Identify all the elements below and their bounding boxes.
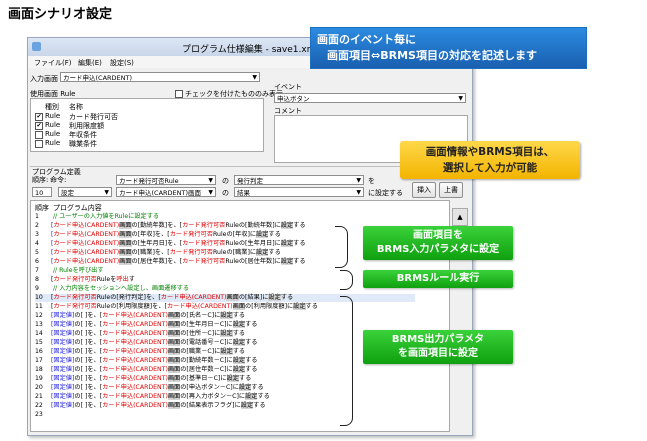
chevron-down-icon: ▼ [208, 189, 213, 196]
code-line[interactable]: 12 [固定値]の[ ]を、[カード申込(CARDENT)画面の[氏名－C]に設定… [35, 312, 245, 320]
menu-edit[interactable]: 編集(E) [78, 58, 102, 68]
label-input-line2: BRMS入力パラメタに設定 [376, 244, 500, 255]
rule-checkbox[interactable] [35, 140, 43, 148]
rule-header-name: 名称 [69, 103, 83, 111]
callout-selectable-input: 画面情報やBRMS項目は、 選択して入力が可能 [400, 141, 580, 179]
screen-select[interactable]: カード申込(CARDENT) ▼ [60, 72, 260, 82]
code-line[interactable]: 23 [35, 411, 51, 419]
rule-item-value: 発行判定 [237, 177, 263, 185]
particle-wo: を [368, 177, 375, 185]
code-line[interactable]: 19 [固定値]の[ ]を、[カード申込(CARDENT)画面の[基準日－C]に設… [35, 375, 251, 383]
checked-only-checkbox[interactable] [175, 90, 183, 98]
event-label: イベント [274, 83, 302, 91]
chevron-down-icon: ▼ [252, 74, 257, 81]
chevron-down-icon: ▼ [458, 95, 463, 102]
page-title: 画面シナリオ設定 [8, 7, 113, 22]
label-output-line2: を画面項目に設定 [398, 348, 478, 359]
code-line[interactable]: 21 [固定値]の[ ]を、[カード申込(CARDENT)画面の[再入力ボタン－C… [35, 393, 270, 401]
code-line[interactable]: 16 [固定値]の[ ]を、[カード申込(CARDENT)画面の[職業－C]に設定… [35, 348, 245, 356]
rule-kind: Rule [45, 121, 61, 129]
particle-no: の [222, 189, 229, 197]
code-line[interactable]: 5 [カード申込(CARDENT)画面の[職業]を、[カード発行可否Ruleの[職… [35, 249, 281, 257]
screen-label: 入力画面 [30, 75, 58, 83]
code-line[interactable]: 3 [カード申込(CARDENT)画面の[年収]を、[カード発行可否Ruleの[年… [35, 231, 281, 239]
order-label: 順序: [32, 176, 49, 184]
order-input[interactable]: 10 [32, 187, 52, 197]
rule-checkbox[interactable] [35, 131, 43, 139]
rule-list: 種別 名称 ✔ Rule カード発行可否 ✔ Rule 利用限度額 Rule 年… [30, 98, 264, 152]
rule-field-value: カード発行可否Rule [119, 177, 179, 185]
code-header-order: 順序 [35, 204, 49, 212]
code-line[interactable]: 22 [固定値]の[ ]を、[カード申込(CARDENT)画面の[結果表示フラグ]… [35, 402, 266, 410]
brace-output-params [340, 296, 353, 426]
rule-kind: Rule [45, 130, 61, 138]
menu-settings[interactable]: 設定(S) [110, 58, 134, 68]
insert-button[interactable]: 挿入 [412, 182, 436, 198]
callout-line2: 画面項目⇔BRMS項目の対応を記述します [327, 49, 537, 62]
command-value: 設定 [61, 189, 74, 197]
callout-select-line2: 選択して入力が可能 [442, 162, 538, 174]
brace-input-params [335, 226, 348, 268]
code-line[interactable]: 9 // 入力内容をセッションへ設定し、画面遷移する [35, 285, 189, 293]
screen-field-select[interactable]: カード申込(CARDENT)画面 ▼ [116, 187, 216, 197]
code-line[interactable]: 15 [固定値]の[ ]を、[カード申込(CARDENT)画面の[電話番号－C]に… [35, 339, 257, 347]
particle-no: の [222, 177, 229, 185]
code-header-content: プログラム内容 [53, 204, 102, 212]
rule-item-select[interactable]: 発行判定 ▼ [234, 175, 364, 185]
code-line[interactable]: 6 [カード申込(CARDENT)画面の[居住年数]を、[カード発行可否Ruleの… [35, 258, 306, 266]
code-line[interactable]: 2 [カード申込(CARDENT)画面の[勤続年数]を、[カード発行可否Ruleの… [35, 222, 306, 230]
command-label: 命令: [50, 176, 67, 184]
event-select-value: 申込ボタン [277, 95, 310, 103]
code-line[interactable]: 13 [固定値]の[ ]を、[カード申込(CARDENT)画面の[生年月日－C]に… [35, 321, 257, 329]
chevron-down-icon: ▼ [208, 177, 213, 184]
rule-field-select[interactable]: カード発行可否Rule ▼ [116, 175, 216, 185]
code-line[interactable]: 4 [カード申込(CARDENT)画面の[生年月日]を、[カード発行可否Ruleの… [35, 240, 306, 248]
label-input-line1: 画面項目を [413, 230, 463, 241]
rule-checkbox[interactable]: ✔ [35, 113, 43, 121]
rule-kind: Rule [45, 139, 61, 147]
callout-select-line1: 画面情報やBRMS項目は、 [425, 146, 555, 158]
code-line[interactable]: 11 [カード発行可否Ruleの[利用限度額]を、[カード申込(CARDENT)画… [35, 303, 318, 311]
scroll-up-arrow[interactable]: ▲ [452, 208, 468, 226]
screen-field-value: カード申込(CARDENT)画面 [119, 189, 202, 197]
order-value: 10 [35, 189, 44, 197]
label-input-params: 画面項目を BRMS入力パラメタに設定 [363, 226, 513, 260]
set-suffix: に設定する [368, 189, 403, 197]
menu-file[interactable]: ファイル(F) [34, 58, 72, 68]
callout-line1: 画面のイベント毎に [317, 33, 416, 46]
label-rule-exec: BRMSルール実行 [363, 270, 513, 288]
callout-event-mapping: 画面のイベント毎に 画面項目⇔BRMS項目の対応を記述します [310, 27, 587, 69]
command-select[interactable]: 設定 ▼ [58, 187, 112, 197]
event-select[interactable]: 申込ボタン ▼ [274, 93, 466, 103]
code-line[interactable]: 10 [カード発行可否Ruleの[発行判定]を、[カード申込(CARDENT)画面… [35, 294, 415, 302]
rule-kind: Rule [45, 112, 61, 120]
code-line[interactable]: 8 [カード発行可否Ruleを呼出す [35, 276, 135, 284]
rule-name: 職業条件 [69, 140, 97, 148]
overwrite-button[interactable]: 上書 [439, 182, 463, 198]
screen-select-value: カード申込(CARDENT) [63, 74, 133, 82]
screen-item-select[interactable]: 結果 ▼ [234, 187, 364, 197]
screen-item-value: 結果 [237, 189, 250, 197]
label-output-line1: BRMS出力パラメタ [391, 334, 485, 345]
brace-rule-exec [340, 270, 353, 290]
code-line[interactable]: 18 [固定値]の[ ]を、[カード申込(CARDENT)画面の[居住年数－C]に… [35, 366, 257, 374]
rule-header-kind: 種別 [45, 103, 59, 111]
code-line[interactable]: 20 [固定値]の[ ]を、[カード申込(CARDENT)画面の[申込ボタン－C]… [35, 384, 264, 392]
label-output-params: BRMS出力パラメタ を画面項目に設定 [363, 330, 513, 364]
chevron-down-icon: ▼ [356, 189, 361, 196]
code-line[interactable]: 7 // Ruleを呼び出す [35, 267, 104, 275]
chevron-down-icon: ▼ [104, 189, 109, 196]
code-line[interactable]: 14 [固定値]の[ ]を、[カード申込(CARDENT)画面の[住所－C]に設定… [35, 330, 245, 338]
chevron-down-icon: ▼ [356, 177, 361, 184]
code-line[interactable]: 1 // ユーザーの入力値をRuleに設定する [35, 213, 159, 221]
code-line[interactable]: 17 [固定値]の[ ]を、[カード申込(CARDENT)画面の[勤続年数－C]に… [35, 357, 257, 365]
rule-checkbox[interactable]: ✔ [35, 122, 43, 130]
